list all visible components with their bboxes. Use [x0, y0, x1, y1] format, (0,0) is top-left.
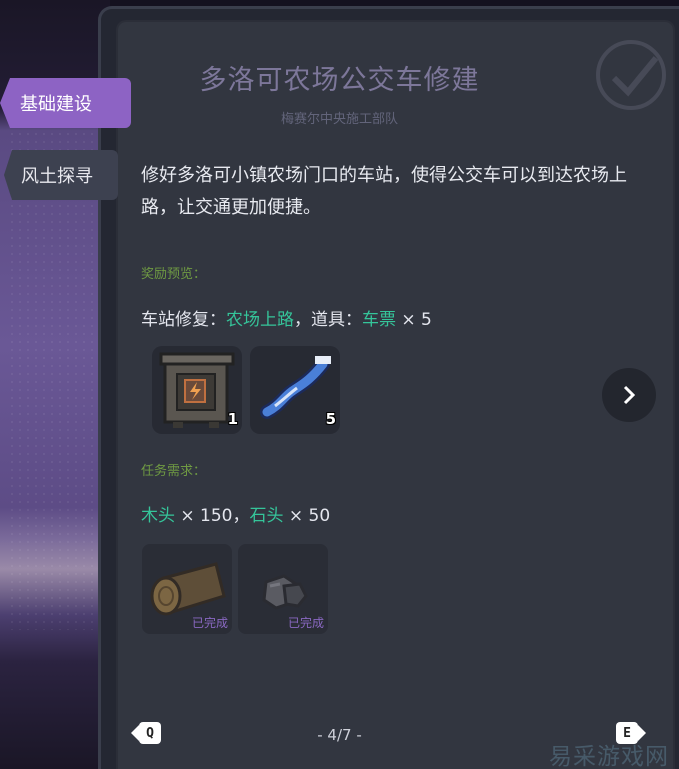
quest-description: 修好多洛可小镇农场门口的车站，使得公交车可以到达农场上路，让交通更加便捷。 — [141, 165, 627, 218]
requirement-status: 已完成 — [191, 616, 228, 630]
reward-item-count: 1 — [227, 410, 238, 428]
req-separator: ， — [232, 506, 250, 526]
req-stone-name: 石头 — [249, 506, 284, 526]
reward-item-station[interactable]: 1 — [152, 346, 242, 434]
station-box-icon — [159, 352, 235, 428]
rewards-summary: 车站修复：农场上路，道具：车票 × 5 — [141, 305, 432, 330]
requirement-wood[interactable]: 已完成 — [142, 544, 232, 634]
next-quest-button[interactable] — [602, 368, 656, 422]
completed-check-icon — [596, 40, 666, 110]
requirements-summary: 木头 × 150，石头 × 50 — [141, 501, 330, 526]
rewards-mid: ，道具： — [294, 310, 362, 330]
reward-item-name: 车票 — [362, 310, 396, 330]
ticket-icon — [260, 356, 331, 419]
req-wood-qty: × 150 — [175, 506, 233, 526]
reward-item-ticket[interactable]: 5 — [250, 346, 340, 434]
req-wood-name: 木头 — [141, 506, 175, 526]
reward-item-count: 5 — [325, 410, 336, 428]
reward-location: 农场上路 — [226, 310, 294, 330]
rewards-label: 奖励预览： — [141, 267, 207, 282]
tab-label: 风土探寻 — [21, 166, 93, 187]
rewards-prefix: 车站修复： — [141, 310, 226, 330]
chevron-right-icon — [623, 385, 636, 405]
reward-item-qty: × 5 — [396, 310, 432, 330]
tab-infrastructure[interactable]: 基础建设 — [0, 78, 131, 128]
tab-label: 基础建设 — [20, 94, 92, 115]
req-stone-qty: × 50 — [283, 506, 331, 526]
tab-exploration[interactable]: 风土探寻 — [4, 150, 118, 200]
requirement-stone[interactable]: 已完成 — [238, 544, 328, 634]
requirement-status: 已完成 — [287, 616, 324, 630]
watermark: 易采游戏网 — [549, 744, 669, 769]
requirements-label: 任务需求： — [141, 464, 207, 479]
